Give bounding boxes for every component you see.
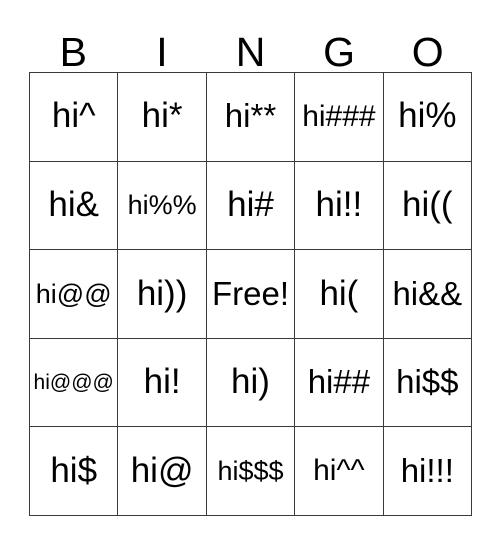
bingo-header-letter: O <box>411 28 444 75</box>
bingo-header-cell-g: G <box>295 25 384 72</box>
bingo-cell[interactable]: hi@ <box>118 427 207 516</box>
bingo-cell-label: hi** <box>224 97 277 135</box>
bingo-cell-label: hi^^ <box>313 454 365 488</box>
bingo-grid: hi^ hi* hi** hi### hi% hi& hi%% hi# hi!! hi(( hi@@… <box>29 72 472 516</box>
bingo-cell-label: hi( <box>319 273 359 313</box>
bingo-cell[interactable]: hi)) <box>118 250 207 339</box>
bingo-cell[interactable]: hi@@ <box>30 250 119 339</box>
bingo-cell[interactable]: hi# <box>206 161 296 251</box>
bingo-header-cell-b: B <box>29 25 118 72</box>
bingo-cell[interactable]: hi%% <box>118 161 207 251</box>
bingo-cell[interactable]: hi^ <box>30 73 119 162</box>
bingo-header-cell-o: O <box>383 25 472 72</box>
bingo-cell[interactable]: hi@@@ <box>30 338 119 428</box>
bingo-cell[interactable]: hi$$$ <box>206 427 296 516</box>
bingo-cell[interactable]: hi$$ <box>383 338 472 428</box>
bingo-cell[interactable]: hi^^ <box>295 427 384 516</box>
bingo-cell[interactable]: hi( <box>295 250 384 339</box>
bingo-cell-label: hi)) <box>136 273 188 313</box>
bingo-cell-label: hi$$ <box>396 363 459 401</box>
bingo-cell[interactable]: hi&& <box>383 250 472 339</box>
bingo-header-letter: B <box>59 28 87 75</box>
bingo-cell[interactable]: Free! <box>206 250 296 339</box>
bingo-cell-label: hi!!! <box>400 451 454 489</box>
bingo-cell-label: hi&& <box>392 274 463 312</box>
bingo-header-letter: G <box>323 28 356 75</box>
bingo-cell[interactable]: hi(( <box>383 161 472 251</box>
bingo-cell[interactable]: hi** <box>206 73 296 162</box>
bingo-cell-label: hi% <box>398 96 457 136</box>
bingo-cell-label: hi^ <box>51 96 96 136</box>
bingo-header-row: B I N G O <box>29 25 472 72</box>
bingo-cell-label: hi* <box>141 96 183 136</box>
bingo-cell[interactable]: hi% <box>383 73 472 162</box>
bingo-cell[interactable]: hi$ <box>30 427 119 516</box>
bingo-cell[interactable]: hi& <box>30 161 119 251</box>
bingo-cell[interactable]: hi### <box>295 73 384 162</box>
bingo-cell[interactable]: hi!! <box>295 161 384 251</box>
bingo-cell-label: hi@@@ <box>33 370 114 394</box>
bingo-cell[interactable]: hi* <box>118 73 207 162</box>
bingo-cell-label: hi& <box>48 185 99 225</box>
bingo-header-cell-i: I <box>118 25 207 72</box>
bingo-cell-label: hi@ <box>130 450 194 490</box>
bingo-cell-label: hi$$$ <box>217 456 284 486</box>
bingo-cell-label: hi(( <box>402 185 453 225</box>
bingo-cell-label: hi@@ <box>35 278 112 309</box>
bingo-cell-label: hi!! <box>315 185 363 225</box>
bingo-free-space-label: Free! <box>211 274 289 312</box>
bingo-header-cell-n: N <box>206 25 295 72</box>
bingo-cell-label: hi! <box>143 362 181 402</box>
bingo-cell[interactable]: hi! <box>118 338 207 428</box>
bingo-cell[interactable]: hi!!! <box>383 427 472 516</box>
bingo-cell-label: hi# <box>227 185 274 225</box>
bingo-cell[interactable]: hi## <box>295 338 384 428</box>
bingo-cell-label: hi) <box>231 362 270 402</box>
bingo-card: B I N G O hi^ hi* hi** hi### hi% hi& hi%% hi# hi… <box>29 25 472 516</box>
bingo-header-letter: N <box>235 28 266 75</box>
bingo-cell-label: hi$ <box>50 450 98 490</box>
bingo-cell-label: hi## <box>307 363 371 401</box>
bingo-cell-label: hi### <box>302 100 376 134</box>
bingo-cell-label: hi%% <box>127 190 197 221</box>
bingo-header-letter: I <box>156 28 168 75</box>
bingo-cell[interactable]: hi) <box>206 338 296 428</box>
